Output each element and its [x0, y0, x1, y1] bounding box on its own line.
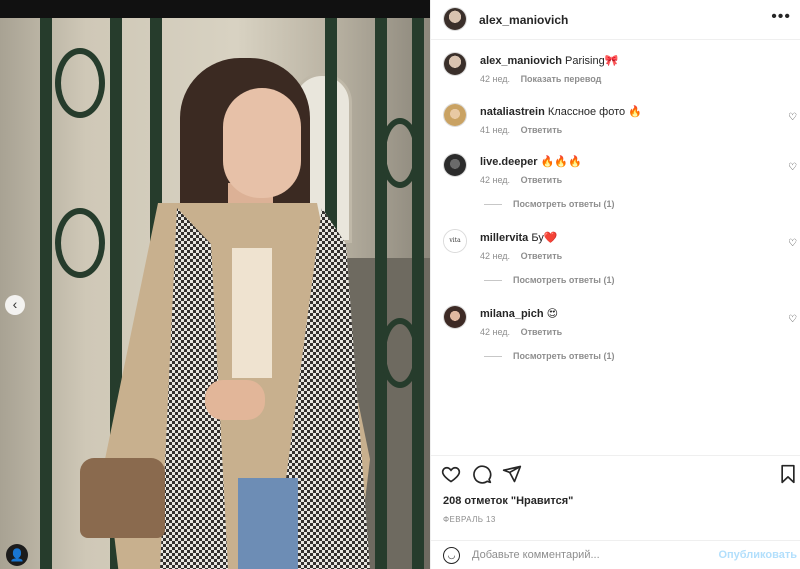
avatar[interactable]	[443, 7, 467, 31]
comment-meta: 42 нед. Ответить	[480, 175, 562, 185]
replies-divider	[484, 204, 502, 206]
comment-age: 42 нед.	[480, 251, 511, 261]
caption-username[interactable]: alex_maniovich	[480, 55, 562, 67]
top-dark-bar	[0, 0, 430, 18]
avatar[interactable]	[443, 103, 467, 127]
heart-icon[interactable]: ♡	[788, 162, 797, 173]
comment-text: millervita Бу❤️	[480, 231, 558, 244]
comment-body: Классное фото 🔥	[547, 106, 642, 118]
comment-meta: 42 нед. Ответить	[480, 251, 562, 261]
comment-text: milana_pich 😍	[480, 307, 558, 320]
view-replies-link[interactable]: Посмотреть ответы (1)	[484, 351, 614, 361]
face	[223, 88, 301, 198]
comment-username[interactable]: millervita	[480, 232, 528, 244]
translate-link[interactable]: Показать перевод	[521, 74, 602, 84]
comment-username[interactable]: live.deeper	[480, 156, 537, 168]
comment-body: 🔥🔥🔥	[540, 156, 582, 168]
heart-icon[interactable]	[441, 464, 461, 484]
reply-link[interactable]: Ответить	[521, 327, 563, 337]
more-horizontal-icon[interactable]: •••	[771, 9, 791, 25]
view-replies-link[interactable]: Посмотреть ответы (1)	[484, 275, 614, 285]
post-date[interactable]: ФЕВРАЛЬ 13	[443, 515, 496, 524]
comment-body: 😍	[546, 308, 559, 320]
comment-meta: 42 нед. Ответить	[480, 327, 562, 337]
replies-divider	[484, 280, 502, 282]
comment-age: 42 нед.	[480, 327, 511, 337]
caption-text: alex_maniovich Parising🎀	[480, 54, 618, 67]
post-photo[interactable]: ‹ 👤	[0, 18, 430, 569]
view-replies-link[interactable]: Посмотреть ответы (1)	[484, 199, 614, 209]
comment-meta: 41 нед. Ответить	[480, 125, 562, 135]
view-replies-label[interactable]: Посмотреть ответы (1)	[513, 275, 614, 285]
tagged-user-icon[interactable]: 👤	[6, 544, 28, 566]
hands	[205, 380, 265, 420]
caption-body: Parising🎀	[565, 55, 619, 67]
reply-link[interactable]: Ответить	[521, 251, 563, 261]
add-comment-bar: ◡ Опубликовать	[431, 540, 800, 569]
person	[0, 18, 430, 569]
replies-divider	[484, 356, 502, 358]
publish-button[interactable]: Опубликовать	[718, 549, 797, 561]
comment-input[interactable]	[472, 546, 712, 564]
comment-text: nataliastrein Классное фото 🔥	[480, 105, 642, 118]
view-replies-label[interactable]: Посмотреть ответы (1)	[513, 351, 614, 361]
chevron-left-icon[interactable]: ‹	[5, 295, 25, 315]
comment-age: 41 нед.	[480, 125, 511, 135]
avatar[interactable]: vita	[443, 229, 467, 253]
cream-top	[232, 248, 272, 378]
heart-icon[interactable]: ♡	[788, 112, 797, 123]
comment-icon[interactable]	[472, 464, 492, 484]
caption-meta: 42 нед. Показать перевод	[480, 74, 601, 84]
avatar[interactable]	[443, 305, 467, 329]
send-icon[interactable]	[502, 464, 522, 484]
view-replies-label[interactable]: Посмотреть ответы (1)	[513, 199, 614, 209]
handbag	[80, 458, 165, 538]
caption-age: 42 нед.	[480, 74, 511, 84]
likes-count[interactable]: 208 отметок "Нравится"	[443, 495, 573, 507]
reply-link[interactable]: Ответить	[521, 125, 563, 135]
comment-username[interactable]: nataliastrein	[480, 106, 545, 118]
comment-text: live.deeper 🔥🔥🔥	[480, 155, 582, 168]
avatar[interactable]	[443, 153, 467, 177]
comment-username[interactable]: milana_pich	[480, 308, 544, 320]
jeans	[238, 478, 298, 569]
post-header: alex_maniovich •••	[431, 0, 800, 40]
avatar[interactable]	[443, 52, 467, 76]
comment-body: Бу❤️	[531, 232, 558, 244]
heart-icon[interactable]: ♡	[788, 238, 797, 249]
post-details-panel: alex_maniovich ••• alex_maniovich Parisi…	[430, 0, 800, 569]
comment-age: 42 нед.	[480, 175, 511, 185]
heart-icon[interactable]: ♡	[788, 314, 797, 325]
reply-link[interactable]: Ответить	[521, 175, 563, 185]
author-username[interactable]: alex_maniovich	[479, 13, 568, 27]
smiley-icon[interactable]: ◡	[443, 547, 460, 564]
bookmark-icon[interactable]	[778, 464, 798, 484]
